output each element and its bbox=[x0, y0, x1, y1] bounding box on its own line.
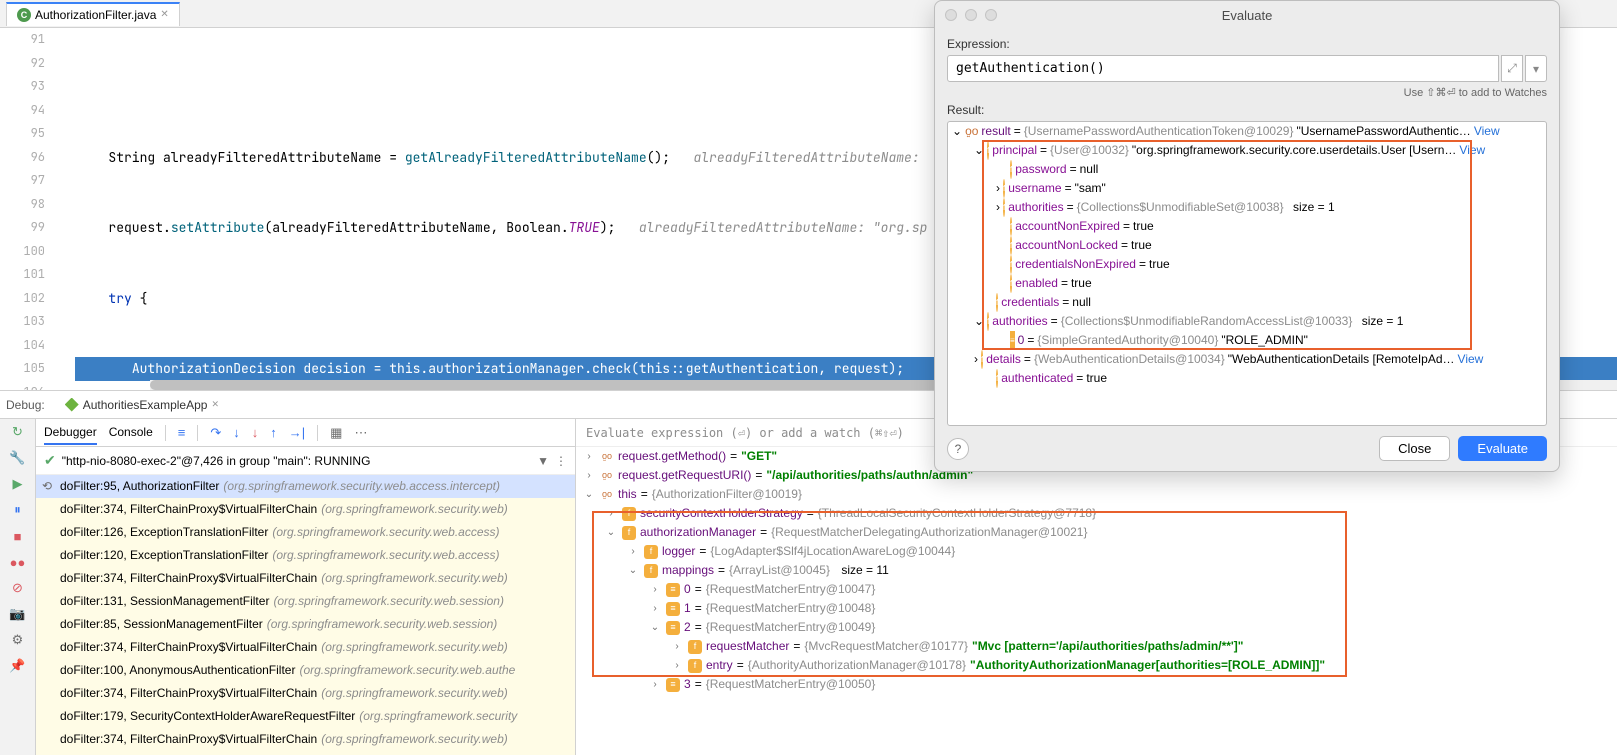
stack-frame[interactable]: doFilter:374, FilterChainProxy$VirtualFi… bbox=[36, 636, 575, 659]
close-icon[interactable]: ✕ bbox=[211, 399, 219, 410]
force-step-into-icon[interactable]: ↓ bbox=[252, 425, 259, 440]
stack-frame[interactable]: ⟲doFilter:95, AuthorizationFilter (org.s… bbox=[36, 475, 575, 498]
traffic-max-icon[interactable] bbox=[985, 9, 997, 21]
filter-icon[interactable]: ▼ bbox=[537, 454, 549, 468]
check-icon: ✔ bbox=[44, 452, 56, 469]
close-icon[interactable]: ✕ bbox=[160, 9, 168, 20]
rerun-icon[interactable]: ↻ bbox=[9, 423, 27, 441]
evaluate-button[interactable]: Evaluate bbox=[1458, 436, 1547, 461]
pin-icon[interactable]: 📌 bbox=[9, 657, 27, 675]
expression-input[interactable] bbox=[947, 55, 1499, 82]
traffic-min-icon[interactable] bbox=[965, 9, 977, 21]
view-breakpoints-icon[interactable]: ●● bbox=[9, 553, 27, 571]
stack-frame[interactable]: doFilter:374, FilterChainProxy$VirtualFi… bbox=[36, 728, 575, 751]
help-icon[interactable]: ? bbox=[947, 438, 969, 460]
more-icon[interactable]: ⋮ bbox=[555, 454, 567, 468]
mute-breakpoints-icon[interactable]: ⊘ bbox=[9, 579, 27, 597]
history-dropdown-icon[interactable]: ▾ bbox=[1525, 55, 1547, 82]
shortcut-hint: Use ⇧⌘⏎ to add to Watches bbox=[947, 86, 1547, 99]
frames-list[interactable]: ⟲doFilter:95, AuthorizationFilter (org.s… bbox=[36, 475, 575, 755]
trace-icon[interactable]: ⋯ bbox=[354, 425, 367, 441]
run-to-cursor-icon[interactable]: →| bbox=[289, 425, 305, 440]
traffic-close-icon[interactable] bbox=[945, 9, 957, 21]
debug-rail: ↻ 🔧 ▶ ⏸ ■ ●● ⊘ 📷 ⚙ 📌 bbox=[0, 419, 36, 755]
stop-icon[interactable]: ■ bbox=[9, 527, 27, 545]
stack-frame[interactable]: doFilter:100, AnonymousAuthenticationFil… bbox=[36, 659, 575, 682]
threads-icon[interactable]: ≡ bbox=[178, 425, 186, 440]
step-into-icon[interactable]: ↓ bbox=[233, 425, 240, 440]
line-gutter: 91 92 93 94 95 96 97 98 99 100 101 102 1… bbox=[0, 28, 55, 390]
close-button[interactable]: Close bbox=[1379, 436, 1450, 461]
stack-frame[interactable]: doFilter:374, FilterChainProxy$VirtualFi… bbox=[36, 567, 575, 590]
resume-icon[interactable]: ▶ bbox=[9, 475, 27, 493]
tab-console[interactable]: Console bbox=[109, 421, 153, 445]
camera-icon[interactable]: 📷 bbox=[9, 605, 27, 623]
step-over-icon[interactable]: ↷ bbox=[210, 425, 221, 441]
gear-icon[interactable]: ⚙ bbox=[9, 631, 27, 649]
tab-filename: AuthorizationFilter.java bbox=[35, 8, 156, 22]
thread-selector[interactable]: ✔ "http-nio-8080-exec-2"@7,426 in group … bbox=[36, 447, 575, 475]
spring-icon bbox=[65, 398, 79, 412]
evaluate-dialog: Evaluate Expression: ⤢ ▾ Use ⇧⌘⏎ to add … bbox=[934, 0, 1560, 472]
stack-frame[interactable]: doFilter:63, RequestCacheAwareFilter (or… bbox=[36, 751, 575, 755]
debug-label: Debug: bbox=[6, 398, 51, 412]
expression-label: Expression: bbox=[947, 37, 1547, 51]
pause-icon[interactable]: ⏸ bbox=[9, 501, 27, 519]
stack-frame[interactable]: doFilter:374, FilterChainProxy$VirtualFi… bbox=[36, 682, 575, 705]
tab-debugger[interactable]: Debugger bbox=[44, 421, 97, 445]
dialog-title-bar[interactable]: Evaluate bbox=[935, 1, 1559, 29]
stack-frame[interactable]: doFilter:120, ExceptionTranslationFilter… bbox=[36, 544, 575, 567]
variables-tree[interactable]: ›o͍orequest.getMethod() = "GET" ›o͍orequ… bbox=[576, 447, 1617, 755]
result-tree[interactable]: ⌄o͍oresult = {UsernamePasswordAuthentica… bbox=[947, 121, 1547, 426]
stack-frame[interactable]: doFilter:85, SessionManagementFilter (or… bbox=[36, 613, 575, 636]
evaluate-icon[interactable]: ▦ bbox=[330, 425, 342, 441]
stack-frame[interactable]: doFilter:179, SecurityContextHolderAware… bbox=[36, 705, 575, 728]
stack-frame[interactable]: doFilter:126, ExceptionTranslationFilter… bbox=[36, 521, 575, 544]
step-out-icon[interactable]: ↑ bbox=[270, 425, 277, 440]
java-class-icon: C bbox=[17, 8, 31, 22]
result-label: Result: bbox=[947, 103, 1547, 117]
editor-tab[interactable]: C AuthorizationFilter.java ✕ bbox=[6, 2, 180, 26]
settings-icon[interactable]: 🔧 bbox=[9, 449, 27, 467]
stack-frame[interactable]: doFilter:374, FilterChainProxy$VirtualFi… bbox=[36, 498, 575, 521]
debug-run-tab[interactable]: AuthoritiesExampleApp ✕ bbox=[57, 396, 227, 414]
stack-frame[interactable]: doFilter:131, SessionManagementFilter (o… bbox=[36, 590, 575, 613]
expand-icon[interactable]: ⤢ bbox=[1501, 55, 1523, 82]
